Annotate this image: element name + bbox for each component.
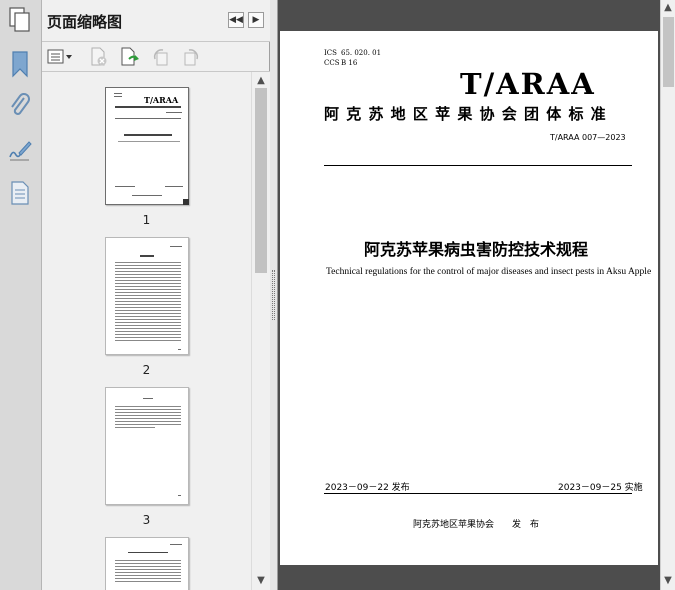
header-rule: [324, 165, 632, 166]
thumbnail-page-number: 1: [142, 213, 151, 227]
splitter-grip[interactable]: [272, 270, 275, 320]
document-view: ICS 65. 020. 01 CCS B 16 T/ARAA 阿 克 苏 地 …: [278, 0, 660, 590]
signature-icon[interactable]: [5, 134, 35, 166]
attachment-icon[interactable]: [5, 90, 35, 122]
thumbnail-page-4[interactable]: [105, 537, 189, 590]
document-page: ICS 65. 020. 01 CCS B 16 T/ARAA 阿 克 苏 地 …: [280, 31, 658, 565]
ccs-label: CCS: [324, 59, 340, 67]
insert-page-button[interactable]: [118, 46, 142, 68]
implementation-date: 2023－09－25 实施: [558, 483, 643, 493]
thumbnail-page-number: 3: [142, 513, 151, 527]
navigation-rail: [0, 0, 42, 590]
document-title-en: Technical regulations for the control of…: [326, 267, 652, 277]
pages-icon[interactable]: [5, 4, 35, 36]
rotate-right-icon: [184, 49, 199, 66]
thumbnail-scrollbar[interactable]: ▲ ▼: [251, 72, 270, 590]
ics-value: 65. 020. 01: [341, 49, 382, 57]
issue-date: 2023－09－22 发布: [325, 483, 410, 493]
document-scrollbar[interactable]: ▲ ▼: [660, 0, 675, 590]
thumbnail-page-number: 2: [142, 363, 151, 377]
standard-logo: T/ARAA: [460, 67, 596, 101]
rotate-right-button[interactable]: [180, 46, 202, 68]
scroll-down-arrow-icon[interactable]: ▼: [255, 575, 267, 587]
attachment-icon: [11, 93, 30, 115]
panel-title: 页面缩略图: [47, 13, 123, 31]
options-dropdown-button[interactable]: [47, 46, 73, 68]
document-scroll-thumb[interactable]: [663, 17, 674, 87]
scroll-up-arrow-icon[interactable]: ▲: [255, 75, 267, 87]
pages-icon: [9, 7, 30, 32]
bookmark-icon[interactable]: [5, 48, 35, 80]
delete-page-button[interactable]: [88, 46, 110, 68]
standard-number: T/ARAA 007—2023: [550, 133, 626, 142]
thumbnail-logo: T/ARAA: [144, 95, 179, 105]
thumbnail-toolbar: [42, 42, 270, 72]
scroll-down-arrow-icon[interactable]: ▼: [662, 575, 674, 587]
footer-rule: [324, 493, 632, 494]
chevron-right-icon: ▶: [252, 15, 260, 25]
collapse-panel-button[interactable]: ◀◀: [228, 12, 244, 28]
expand-panel-button[interactable]: ▶: [248, 12, 264, 28]
rotate-left-button[interactable]: [150, 46, 172, 68]
publisher: 阿克苏地区苹果协会 发 布: [413, 520, 540, 530]
document-icon: [11, 181, 29, 205]
rotate-left-icon: [153, 49, 168, 66]
signature-icon: [9, 141, 32, 161]
insert-page-icon: [121, 47, 139, 66]
document-icon[interactable]: [5, 177, 35, 209]
document-title-cn: 阿克苏苹果病虫害防控技术规程: [364, 240, 589, 259]
bookmark-icon: [12, 51, 28, 78]
scroll-up-arrow-icon[interactable]: ▲: [662, 2, 674, 14]
options-menu-icon: [47, 49, 72, 64]
organization-standard-title: 阿 克 苏 地 区 苹 果 协 会 团 体 标 准: [324, 105, 607, 123]
thumbnail-page-3[interactable]: [105, 387, 189, 505]
thumbnail-list: T/ARAA 1 2 3: [42, 72, 251, 590]
ics-label: ICS: [324, 49, 337, 57]
thumbnail-scroll-thumb[interactable]: [255, 88, 267, 273]
panel-header: 页面缩略图 ◀◀ ▶: [42, 0, 270, 42]
page-thumbnails-panel: 页面缩略图 ◀◀ ▶ T/ARAA 1 2 3 ▲ ▼: [42, 0, 270, 590]
double-chevron-left-icon: ◀◀: [229, 15, 243, 25]
panel-splitter[interactable]: [270, 0, 278, 590]
thumbnail-page-1[interactable]: T/ARAA: [105, 87, 189, 205]
delete-page-icon: [91, 47, 107, 66]
thumbnail-page-2[interactable]: [105, 237, 189, 355]
ccs-value: B 16: [341, 59, 358, 67]
